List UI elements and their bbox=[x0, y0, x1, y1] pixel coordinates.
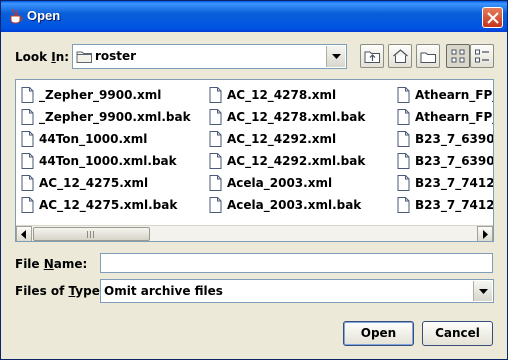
files-of-type-label: Files of Type: bbox=[15, 284, 105, 298]
file-name-text: 44Ton_1000.xml.bak bbox=[39, 154, 177, 168]
files-of-type-value: Omit archive files bbox=[104, 284, 223, 298]
java-cup-icon bbox=[8, 8, 24, 25]
new-folder-icon bbox=[420, 52, 436, 63]
files-of-type-dropdown-button[interactable] bbox=[473, 281, 492, 301]
file-name-input[interactable] bbox=[100, 253, 493, 273]
file-name-text: AC_12_4275.xml.bak bbox=[39, 198, 178, 212]
file-list[interactable]: _Zepher_9900.xml _Zepher_9900.xml.bak 44To… bbox=[15, 79, 494, 242]
window-title: Open bbox=[27, 8, 61, 23]
file-name-text: Acela_2003.xml bbox=[227, 176, 333, 190]
folder-icon bbox=[76, 49, 93, 67]
document-icon bbox=[21, 131, 34, 147]
file-name-text: Athearn_FP_4 bbox=[415, 88, 493, 102]
look-in-label: Look In: bbox=[15, 50, 70, 64]
close-button[interactable] bbox=[482, 7, 503, 28]
document-icon bbox=[21, 109, 34, 125]
document-icon bbox=[397, 175, 410, 191]
look-in-value: roster bbox=[95, 49, 137, 63]
document-icon bbox=[397, 109, 410, 125]
list-view-button[interactable] bbox=[446, 44, 470, 68]
document-icon bbox=[21, 175, 34, 191]
file-name-text: AC_12_4278.xml bbox=[227, 88, 337, 102]
document-icon bbox=[397, 197, 410, 213]
chevron-down-icon bbox=[479, 289, 488, 294]
horizontal-scrollbar[interactable] bbox=[16, 225, 493, 241]
scroll-left-button[interactable] bbox=[16, 226, 32, 241]
file-name-text: Athearn_FP_4 bbox=[415, 110, 493, 124]
grip bbox=[90, 231, 91, 238]
document-icon bbox=[397, 87, 410, 103]
arrow-right-icon bbox=[483, 230, 488, 239]
document-icon bbox=[397, 131, 410, 147]
title-bar[interactable]: Open bbox=[1, 1, 507, 32]
file-name-text: _Zepher_9900.xml.bak bbox=[39, 110, 191, 124]
file-name-label: File Name: bbox=[15, 257, 88, 271]
scroll-right-button[interactable] bbox=[477, 226, 493, 241]
document-icon bbox=[209, 109, 222, 125]
file-name-text: B23_7_7412.x bbox=[415, 198, 494, 212]
details-view-button[interactable] bbox=[470, 44, 494, 68]
document-icon bbox=[209, 131, 222, 147]
file-name-text: B23_7_6390.x bbox=[415, 154, 494, 168]
document-icon bbox=[209, 153, 222, 169]
open-button[interactable]: Open bbox=[343, 321, 414, 346]
files-of-type-combo[interactable]: Omit archive files bbox=[100, 279, 494, 303]
file-name-text: AC_12_4278.xml.bak bbox=[227, 110, 366, 124]
home-button[interactable] bbox=[388, 44, 412, 68]
file-name-text: AC_12_4292.xml.bak bbox=[227, 154, 366, 168]
document-icon bbox=[209, 197, 222, 213]
grip bbox=[87, 231, 88, 238]
file-name-text: B23_7_6390.x bbox=[415, 132, 494, 146]
document-icon bbox=[209, 175, 222, 191]
file-name-text: AC_12_4275.xml bbox=[39, 176, 149, 190]
document-icon bbox=[21, 87, 34, 103]
list-view-icon bbox=[451, 49, 465, 63]
grip bbox=[93, 231, 94, 238]
chevron-down-icon bbox=[332, 54, 341, 59]
file-name-text: Acela_2003.xml.bak bbox=[227, 198, 362, 212]
file-name-text: _Zepher_9900.xml bbox=[39, 88, 162, 102]
scroll-thumb[interactable] bbox=[33, 227, 150, 241]
new-folder-button[interactable] bbox=[416, 44, 440, 68]
look-in-combo[interactable]: roster bbox=[72, 44, 347, 69]
up-one-level-button[interactable] bbox=[360, 44, 384, 68]
document-icon bbox=[209, 87, 222, 103]
file-name-text: AC_12_4292.xml bbox=[227, 132, 337, 146]
document-icon bbox=[21, 197, 34, 213]
look-in-dropdown-button[interactable] bbox=[326, 46, 345, 67]
close-icon bbox=[487, 12, 499, 24]
file-name-text: B23_7_7412.x bbox=[415, 176, 494, 190]
folder-up-icon bbox=[364, 51, 380, 63]
details-view-icon bbox=[475, 49, 489, 63]
cancel-button[interactable]: Cancel bbox=[422, 321, 493, 346]
arrow-left-icon bbox=[21, 230, 26, 239]
document-icon bbox=[21, 153, 34, 169]
document-icon bbox=[397, 153, 410, 169]
file-name-text: 44Ton_1000.xml bbox=[39, 132, 148, 146]
open-dialog: Open Look In: roster _Zepher_9900.xml _Z… bbox=[0, 0, 508, 360]
home-icon bbox=[393, 49, 408, 63]
